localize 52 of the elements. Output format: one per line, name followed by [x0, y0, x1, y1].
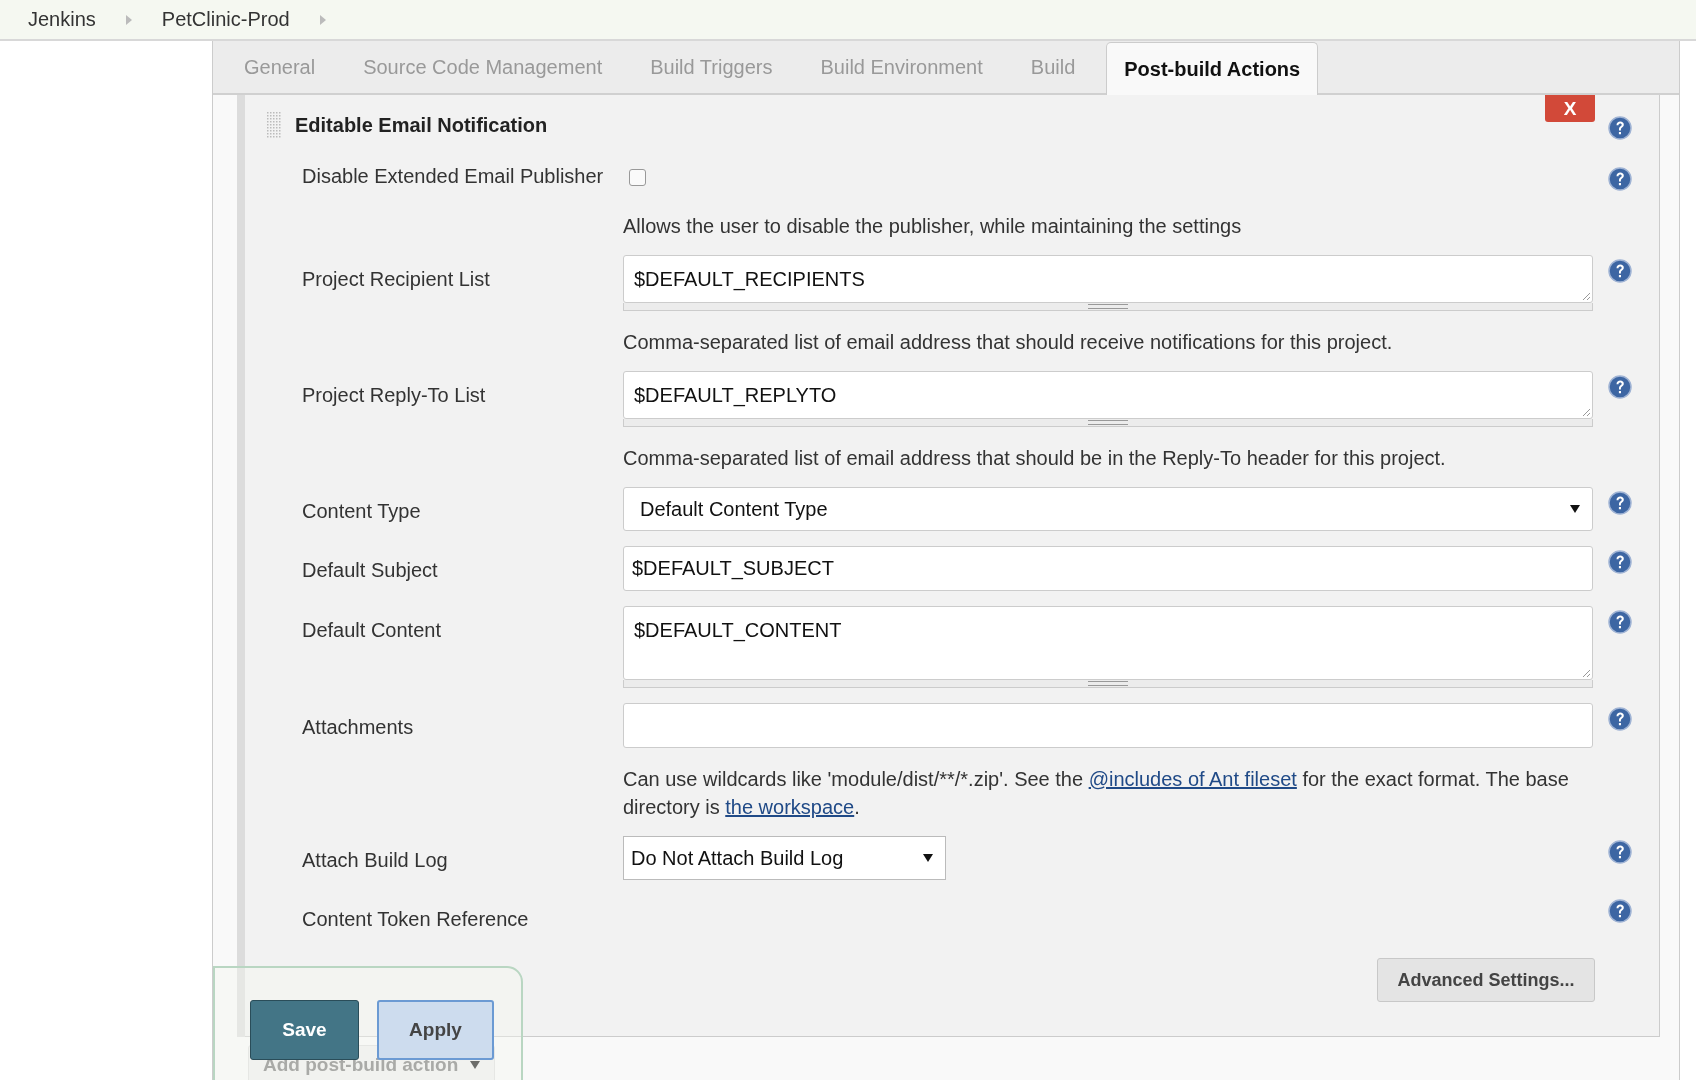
help-icon[interactable] [1608, 707, 1632, 731]
field-description: Allows the user to disable the publisher, while maintaining the settings [623, 214, 1243, 239]
advanced-settings-button[interactable]: Advanced Settings... [1377, 958, 1595, 1002]
text-field[interactable]: $DEFAULT_SUBJECT [623, 546, 1593, 591]
dropdown[interactable]: Default Content Type [623, 487, 1593, 531]
field-label: Project Recipient List [301, 267, 491, 291]
help-icon[interactable] [1608, 375, 1632, 399]
text-area[interactable]: $DEFAULT_RECIPIENTS [623, 255, 1593, 303]
chevron-icon[interactable] [125, 14, 132, 25]
caret-icon [923, 854, 933, 862]
field-label: Attachments [301, 715, 415, 739]
field-label: Attach Build Log [301, 848, 449, 872]
text-area[interactable]: $DEFAULT_CONTENT [623, 606, 1593, 680]
field-label: Disable Extended Email Publisher [301, 164, 605, 188]
checkbox[interactable] [629, 169, 646, 186]
link[interactable]: the workspace [725, 796, 855, 818]
help-icon[interactable] [1608, 259, 1632, 283]
drag-handle-icon[interactable] [266, 112, 282, 138]
resize-handle[interactable] [623, 419, 1593, 427]
chevron-icon[interactable] [319, 14, 326, 25]
tab[interactable]: Post-build Actions [1106, 42, 1319, 95]
help-icon[interactable] [1608, 167, 1632, 191]
resize-handle[interactable] [623, 303, 1593, 311]
help-icon[interactable] [1608, 899, 1632, 923]
breadcrumb-link[interactable]: PetClinic-Prod [161, 8, 290, 31]
field-label: Content Type [301, 499, 422, 523]
field-description: Comma-separated list of email address that should receive notifications for this project. [623, 330, 1394, 355]
field-description: Can use wildcards like 'module/dist/**/*.zip'. See the @includes of Ant fileset for the exact format. The base directory is the workspace. [623, 767, 1570, 820]
field-label: Content Token Reference [301, 907, 530, 931]
resize-grip-icon[interactable] [1582, 669, 1590, 677]
action-button[interactable]: Apply [377, 1000, 494, 1060]
caret-icon [1570, 505, 1580, 513]
help-icon[interactable] [1608, 116, 1632, 140]
link[interactable]: @includes of Ant fileset [1088, 768, 1297, 790]
field-label: Default Content [301, 618, 442, 642]
text-area[interactable]: $DEFAULT_REPLYTO [623, 371, 1593, 419]
help-icon[interactable] [1608, 610, 1632, 634]
dropdown[interactable]: Do Not Attach Build Log [623, 836, 946, 880]
field-label: Project Reply-To List [301, 383, 487, 407]
help-icon[interactable] [1608, 840, 1632, 864]
help-icon[interactable] [1608, 550, 1632, 574]
action-button[interactable]: Save [250, 1000, 359, 1060]
help-icon[interactable] [1608, 491, 1632, 515]
breadcrumb-link[interactable]: Jenkins [28, 8, 96, 31]
resize-grip-icon[interactable] [1582, 408, 1590, 416]
text-field[interactable] [623, 703, 1593, 748]
field-label: Default Subject [301, 558, 439, 582]
resize-handle[interactable] [623, 680, 1593, 688]
section-title: Editable Email Notification [295, 113, 549, 137]
field-description: Comma-separated list of email address that should be in the Reply-To header for this project. [623, 446, 1447, 471]
resize-grip-icon[interactable] [1582, 292, 1590, 300]
delete-button[interactable]: X [1545, 95, 1595, 122]
